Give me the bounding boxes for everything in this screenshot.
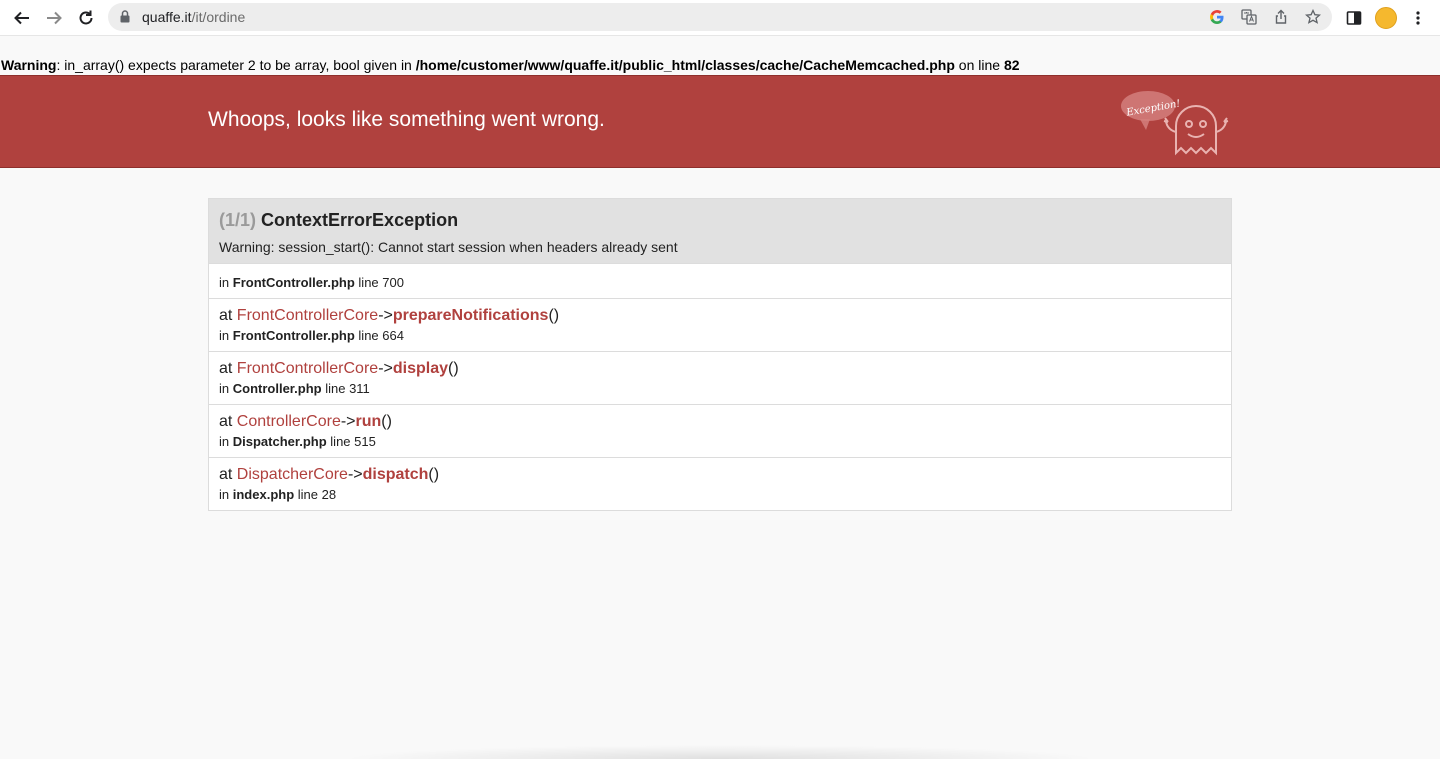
trace-item: at FrontControllerCore->prepareNotificat… bbox=[209, 298, 1231, 351]
share-icon[interactable] bbox=[1272, 8, 1290, 26]
trace-file: Controller.php bbox=[232, 381, 322, 396]
trace-at: at bbox=[219, 466, 233, 483]
trace-item: at DispatcherCore->dispatch() in index.p… bbox=[209, 457, 1231, 510]
exception-header: (1/1) ContextErrorException Warning: ses… bbox=[209, 199, 1231, 263]
trace-at: at bbox=[219, 360, 233, 377]
trace-class: FrontControllerCore bbox=[236, 360, 379, 377]
url-text[interactable]: quaffe.it/it/ordine bbox=[142, 9, 245, 25]
origin-file: FrontController.php bbox=[232, 275, 355, 290]
trace-file: Dispatcher.php bbox=[232, 434, 327, 449]
php-warning: Warning: in_array() expects parameter 2 … bbox=[1, 57, 1020, 73]
php-warning-file: /home/customer/www/quaffe.it/public_html… bbox=[415, 57, 955, 73]
url-path: /it/ordine bbox=[191, 9, 246, 25]
trace-method: run bbox=[355, 413, 382, 430]
trace-arrow: -> bbox=[378, 360, 393, 377]
trace-at: at bbox=[219, 413, 233, 430]
trace-file: FrontController.php bbox=[232, 328, 355, 343]
sidepanel-icon[interactable] bbox=[1342, 6, 1366, 30]
trace-parens: () bbox=[548, 307, 560, 324]
trace-method: prepareNotifications bbox=[392, 307, 549, 324]
trace-location: in index.php line 28 bbox=[219, 487, 1221, 502]
trace-at: at bbox=[219, 307, 233, 324]
trace-in: in bbox=[219, 434, 230, 449]
trace-call: at DispatcherCore->dispatch() bbox=[219, 466, 1221, 484]
trace-method: dispatch bbox=[362, 466, 429, 483]
trace-in: in bbox=[219, 381, 230, 396]
trace-location: in FrontController.php line 664 bbox=[219, 328, 1221, 343]
trace-line: line 664 bbox=[358, 328, 404, 343]
trace-class: ControllerCore bbox=[236, 413, 341, 430]
trace-parens: () bbox=[448, 360, 459, 377]
exception-count: (1/1) bbox=[219, 210, 257, 230]
trace-parens: () bbox=[381, 413, 392, 430]
trace-call: at FrontControllerCore->prepareNotificat… bbox=[219, 307, 1221, 325]
url-host: quaffe.it bbox=[142, 9, 192, 25]
trace-line: line 311 bbox=[325, 381, 370, 396]
origin-in: in bbox=[219, 275, 230, 290]
avatar[interactable] bbox=[1374, 6, 1398, 30]
error-title: Whoops, looks like something went wrong. bbox=[208, 108, 605, 131]
bottom-shadow bbox=[340, 745, 1100, 759]
trace-class: DispatcherCore bbox=[236, 466, 348, 483]
error-header: Whoops, looks like something went wrong.… bbox=[0, 75, 1440, 168]
exception-name: ContextErrorException bbox=[261, 210, 459, 230]
trace-arrow: -> bbox=[347, 466, 363, 483]
trace-call: at FrontControllerCore->display() bbox=[219, 360, 1221, 378]
trace-file: index.php bbox=[232, 487, 295, 502]
trace-location: in Controller.php line 311 bbox=[219, 381, 1221, 396]
trace-in: in bbox=[219, 487, 230, 502]
php-warning-text: : in_array() expects parameter 2 to be a… bbox=[56, 57, 416, 73]
menu-icon[interactable] bbox=[1406, 6, 1430, 30]
php-warning-label: Warning bbox=[1, 57, 57, 73]
origin-line: line 700 bbox=[358, 275, 404, 290]
exception-block: (1/1) ContextErrorException Warning: ses… bbox=[208, 198, 1232, 511]
forward-icon[interactable] bbox=[42, 6, 66, 30]
trace-method: display bbox=[392, 360, 448, 377]
trace-line: line 28 bbox=[297, 487, 337, 502]
trace-location: in Dispatcher.php line 515 bbox=[219, 434, 1221, 449]
browser-toolbar: quaffe.it/it/ordine bbox=[0, 0, 1440, 36]
trace-class: FrontControllerCore bbox=[236, 307, 379, 324]
trace-item: at FrontControllerCore->display() in Con… bbox=[209, 351, 1231, 404]
trace-arrow: -> bbox=[378, 307, 393, 324]
trace-in: in bbox=[219, 328, 230, 343]
exception-origin: in FrontController.php line 700 bbox=[209, 263, 1231, 298]
back-icon[interactable] bbox=[10, 6, 34, 30]
trace-item: at ControllerCore->run() in Dispatcher.p… bbox=[209, 404, 1231, 457]
google-icon[interactable] bbox=[1208, 8, 1226, 26]
ghost-logo: Exception! bbox=[1121, 91, 1229, 156]
php-warning-on-line: on line bbox=[954, 57, 1004, 73]
star-icon[interactable] bbox=[1304, 8, 1322, 26]
translate-icon[interactable] bbox=[1240, 8, 1258, 26]
exception-message: Warning: session_start(): Cannot start s… bbox=[219, 239, 678, 255]
lock-icon[interactable] bbox=[120, 10, 130, 28]
reload-icon[interactable] bbox=[74, 6, 98, 30]
trace-arrow: -> bbox=[340, 413, 356, 430]
trace-parens: () bbox=[428, 466, 440, 483]
trace-line: line 515 bbox=[330, 434, 376, 449]
address-bar[interactable]: quaffe.it/it/ordine bbox=[108, 3, 1332, 31]
trace-call: at ControllerCore->run() bbox=[219, 413, 1221, 431]
exception-title: (1/1) ContextErrorException bbox=[219, 210, 1221, 231]
php-warning-line: 82 bbox=[1003, 57, 1020, 73]
profile-avatar-icon bbox=[1375, 7, 1397, 29]
